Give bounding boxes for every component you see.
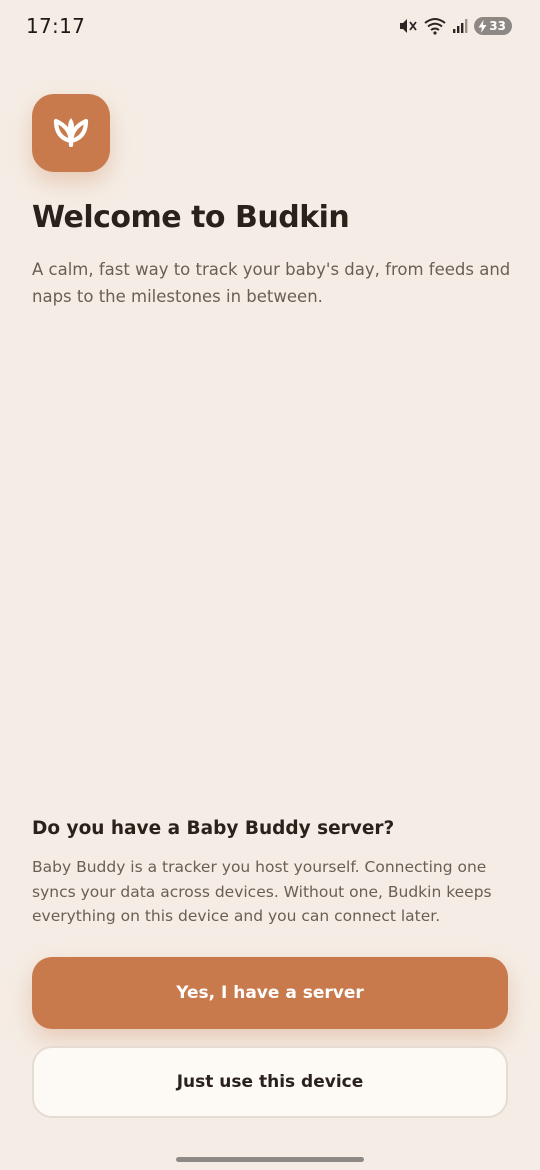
just-use-device-button[interactable]: Just use this device [32, 1046, 508, 1118]
battery-level: 33 [489, 19, 506, 33]
app-logo [32, 94, 110, 172]
status-icons: 33 [398, 17, 512, 35]
home-indicator[interactable] [176, 1157, 364, 1162]
battery-charging-icon: 33 [474, 17, 512, 35]
yes-have-server-button[interactable]: Yes, I have a server [32, 957, 508, 1029]
server-description: Baby Buddy is a tracker you host yoursel… [32, 858, 492, 925]
cellular-signal-icon [452, 18, 468, 34]
mute-vibrate-icon [398, 17, 418, 35]
wifi-icon [424, 17, 446, 35]
sprout-icon [52, 115, 90, 151]
server-question: Do you have a Baby Buddy server? [32, 818, 395, 839]
welcome-title: Welcome to Budkin [32, 200, 350, 235]
welcome-subtitle: A calm, fast way to track your baby's da… [32, 260, 511, 306]
status-time: 17:17 [26, 14, 86, 38]
status-bar: 17:17 33 [0, 0, 540, 56]
